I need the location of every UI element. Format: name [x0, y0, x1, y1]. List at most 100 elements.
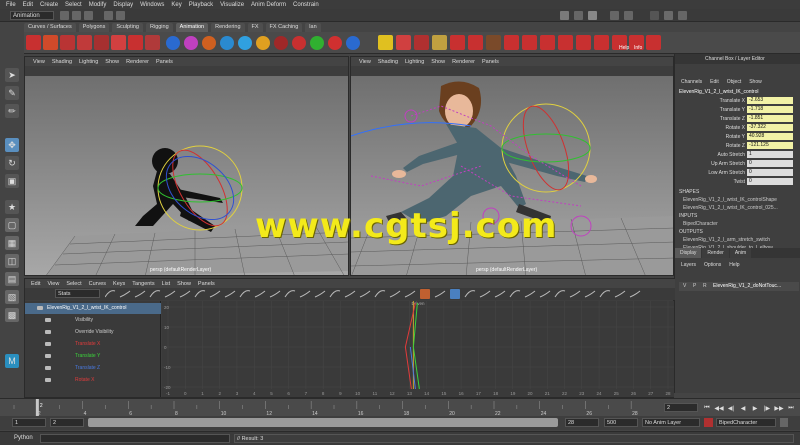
two-pane-layout-icon[interactable]: ◫: [5, 254, 19, 268]
rotate-tool-icon[interactable]: ↻: [5, 156, 19, 170]
outliner-channel-row[interactable]: Translate Y: [25, 351, 161, 362]
graph-menu-item[interactable]: Select: [66, 281, 81, 287]
playback-button-icon[interactable]: ▶: [750, 405, 760, 412]
menu-item[interactable]: Key: [171, 2, 181, 8]
channel-attribute-row[interactable]: Translate Z -1.851: [675, 115, 800, 123]
channel-box-menu-item[interactable]: Object: [727, 79, 741, 85]
layer-editor-menu-item[interactable]: Options: [704, 262, 721, 268]
command-input[interactable]: [40, 434, 230, 443]
viewport-menu-item[interactable]: Panels: [156, 59, 173, 65]
help-shelf-label[interactable]: Help: [619, 45, 629, 51]
channel-attribute-value[interactable]: 1: [747, 151, 793, 158]
start-time-field[interactable]: 1: [12, 418, 46, 427]
playback-button-icon[interactable]: ⏮: [702, 405, 712, 412]
channel-attribute-value[interactable]: -121.125: [747, 142, 793, 149]
current-frame-field[interactable]: 2: [664, 403, 698, 412]
range-slider-bar[interactable]: [88, 418, 558, 427]
shelf-tab[interactable]: FX Caching: [265, 22, 303, 32]
menu-item[interactable]: Windows: [140, 2, 164, 8]
outliner-channel-row[interactable]: Translate Z: [25, 363, 161, 374]
menu-item[interactable]: Edit: [23, 2, 33, 8]
playback-end-field[interactable]: 28: [565, 418, 599, 427]
snap-grid-icon[interactable]: [560, 11, 569, 20]
show-manipulator-icon[interactable]: ★: [5, 200, 19, 214]
channel-box-toggle-icon[interactable]: [678, 11, 687, 20]
shelf-tab[interactable]: lan: [305, 22, 321, 32]
graph-layout-icon[interactable]: ▧: [5, 290, 19, 304]
single-pane-layout-icon[interactable]: ▢: [5, 218, 19, 232]
channel-attribute-row[interactable]: Up Arm Stretch 0: [675, 160, 800, 168]
graph-menu-item[interactable]: Show: [177, 281, 191, 287]
channel-attribute-row[interactable]: Low Arm Stretch 0: [675, 169, 800, 177]
channel-box-menu-item[interactable]: Channels: [681, 79, 702, 85]
anim-layer-select[interactable]: No Anim Layer: [642, 418, 700, 427]
four-pane-layout-icon[interactable]: ▦: [5, 236, 19, 250]
viewport-menu-item[interactable]: Renderer: [126, 59, 149, 65]
viewport-menu-item[interactable]: Lighting: [405, 59, 424, 65]
channel-attribute-row[interactable]: Rotate Z -121.125: [675, 142, 800, 150]
channel-attribute-value[interactable]: 0: [747, 160, 793, 167]
time-slider-ruler[interactable]: 2 4 6 8 10 12 14 16 18 20 22 24 26 282: [10, 399, 660, 417]
outliner-channel-row[interactable]: Rotate X: [25, 375, 161, 386]
graph-menu-item[interactable]: Tangents: [132, 281, 154, 287]
viewport-menu-item[interactable]: Lighting: [79, 59, 98, 65]
select-tool-icon[interactable]: ➤: [5, 68, 19, 82]
channel-attribute-row[interactable]: Twist 0: [675, 178, 800, 186]
graph-menu-item[interactable]: View: [47, 281, 59, 287]
shelf-tab[interactable]: Rendering: [211, 22, 245, 32]
graph-menu-item[interactable]: List: [162, 281, 171, 287]
lasso-tool-icon[interactable]: ✎: [5, 86, 19, 100]
outliner-channel-row[interactable]: Translate X: [25, 339, 161, 350]
layer-editor-menu-item[interactable]: Layers: [681, 262, 696, 268]
graph-menu-item[interactable]: Curves: [89, 281, 106, 287]
shelf-tab[interactable]: Sculpting: [112, 22, 143, 32]
channel-attribute-value[interactable]: -1.718: [747, 106, 793, 113]
channel-attribute-value[interactable]: -37.322: [747, 124, 793, 131]
menu-item[interactable]: Display: [113, 2, 133, 8]
sidebar-toggle-icon[interactable]: [650, 11, 659, 20]
playback-start-field[interactable]: 2: [50, 418, 84, 427]
snap-point-icon[interactable]: [588, 11, 597, 20]
playback-button-icon[interactable]: ◀◀: [714, 405, 724, 412]
playback-button-icon[interactable]: ⏭: [786, 405, 796, 412]
layer-row[interactable]: V P R ElevenRig_V1_2_doNotTouc...: [679, 282, 799, 291]
auto-key-icon[interactable]: [780, 418, 788, 427]
outliner-channel-row[interactable]: Visibility: [25, 315, 161, 326]
hypershade-layout-icon[interactable]: ▩: [5, 308, 19, 322]
channel-attribute-value[interactable]: -2.653: [747, 97, 793, 104]
viewport-right-scene[interactable]: [351, 76, 674, 276]
render-icon[interactable]: [610, 11, 619, 20]
shelf-tab[interactable]: Animation: [175, 22, 209, 32]
shelf-tab[interactable]: Curves / Surfaces: [24, 22, 76, 32]
playback-button-icon[interactable]: |▶: [762, 405, 772, 412]
redo-icon[interactable]: [116, 11, 125, 20]
layout-icon[interactable]: [664, 11, 673, 20]
channel-connection-item[interactable]: BipedCharacter: [683, 221, 718, 227]
info-shelf-label[interactable]: Info: [634, 45, 642, 51]
viewport-menu-item[interactable]: View: [33, 59, 45, 65]
playback-button-icon[interactable]: ◀|: [726, 405, 736, 412]
viewport-menu-item[interactable]: Show: [105, 59, 119, 65]
channel-attribute-row[interactable]: Auto Stretch 1: [675, 151, 800, 159]
menu-item[interactable]: Create: [40, 2, 58, 8]
save-scene-icon[interactable]: [84, 11, 93, 20]
new-scene-icon[interactable]: [60, 11, 69, 20]
menu-item[interactable]: Visualize: [220, 2, 244, 8]
channel-box-menu-item[interactable]: Show: [749, 79, 762, 85]
graph-menu-item[interactable]: Panels: [198, 281, 215, 287]
channel-box-node-name[interactable]: ElevenRig_V1_2_l_wrist_IK_control: [679, 89, 759, 95]
menu-item[interactable]: File: [6, 2, 16, 8]
menu-item[interactable]: Anim Deform: [251, 2, 286, 8]
shelf-tab[interactable]: FX: [247, 22, 263, 32]
viewport-menu-item[interactable]: Panels: [482, 59, 499, 65]
layer-editor-tab[interactable]: Display: [675, 248, 702, 258]
layer-reference-toggle[interactable]: R: [703, 283, 707, 289]
end-time-field[interactable]: 500: [604, 418, 638, 427]
viewport-menu-item[interactable]: Shading: [378, 59, 398, 65]
shelf-tab[interactable]: Polygons: [78, 22, 110, 32]
viewport-left-scene[interactable]: [25, 76, 349, 276]
ipr-render-icon[interactable]: [624, 11, 633, 20]
channel-connection-item[interactable]: ElevenRig_V1_2_l_wrist_IK_controlShape: [683, 197, 777, 203]
playback-button-icon[interactable]: ◀: [738, 405, 748, 412]
graph-menu-item[interactable]: Edit: [31, 281, 40, 287]
